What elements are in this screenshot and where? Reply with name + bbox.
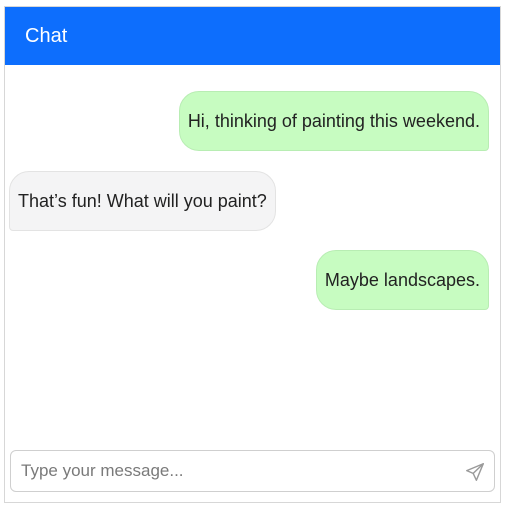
message-list: Hi, thinking of painting this weekend. T… [5, 65, 500, 445]
chat-header: Chat [5, 7, 500, 65]
message-bubble-sent: Maybe landscapes. [315, 250, 489, 310]
message-composer [10, 450, 495, 492]
message-bubble-received: That’s fun! What will you paint? [9, 171, 276, 231]
send-icon [466, 463, 484, 481]
send-button[interactable] [464, 461, 486, 483]
message-input[interactable] [11, 451, 451, 491]
message-bubble-sent: Hi, thinking of painting this weekend. [178, 91, 489, 151]
chat-title: Chat [25, 25, 68, 47]
chat-window: Chat Hi, thinking of painting this weeke… [4, 6, 501, 503]
